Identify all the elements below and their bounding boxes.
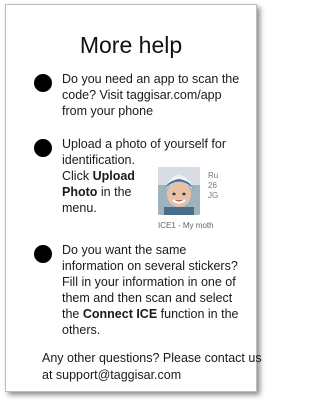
contact-footer: Any other questions? Please contact us a… — [42, 350, 264, 384]
help-card: More help Do you need an app to scan the… — [5, 4, 262, 392]
help-item-scan-app: Do you need an app to scan the code? Vis… — [62, 72, 240, 118]
connect-ice-label: Connect ICE — [82, 307, 158, 321]
bullet-icon — [34, 245, 52, 263]
bullet-icon — [34, 139, 52, 157]
photo-label: Photo — [62, 185, 98, 199]
thumbnail-caption: ICE1 - My moth — [158, 221, 214, 230]
upload-label: Upload — [92, 169, 135, 183]
bullet-icon — [34, 74, 52, 92]
page-title: More help — [79, 32, 183, 58]
support-email[interactable]: at support@taggisar.com — [42, 367, 264, 384]
thumbnail-meta: Ru 26 JG — [208, 171, 219, 200]
profile-thumbnail: Ru 26 JG — [156, 167, 254, 219]
help-item-connect-ice: Do you want the same information on seve… — [62, 243, 239, 337]
profile-photo — [158, 167, 200, 215]
child-photo-icon — [158, 167, 200, 215]
